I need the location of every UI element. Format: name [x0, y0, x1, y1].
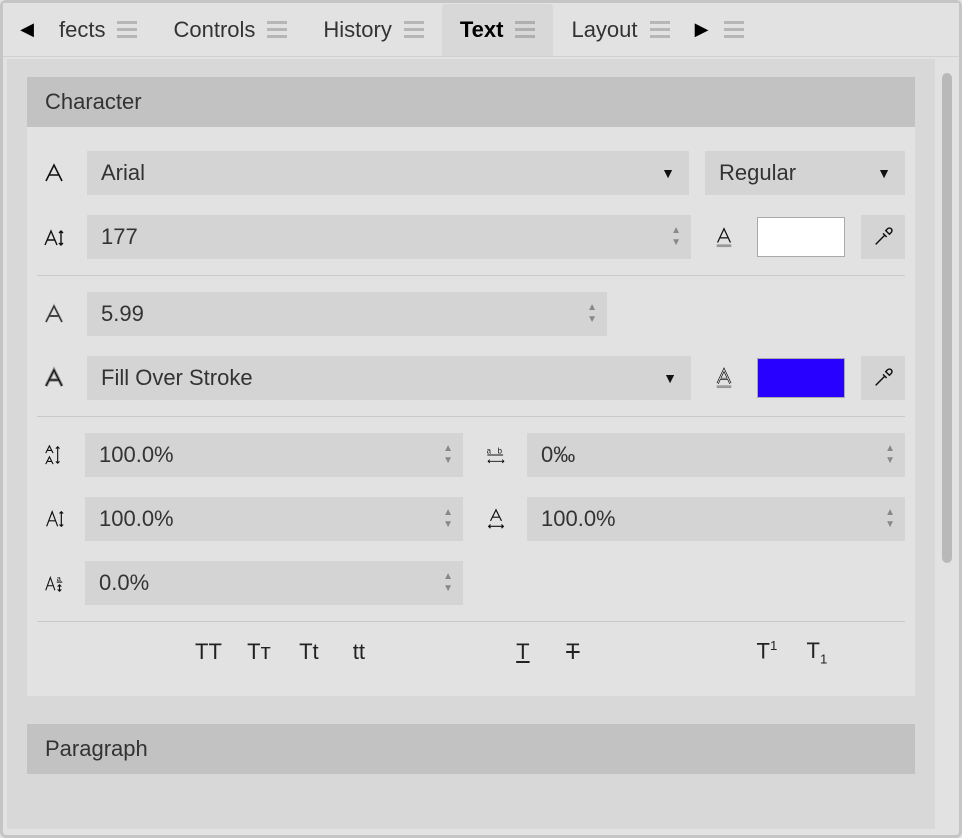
horizontal-scale-input[interactable]: 100.0% ▲ ▼ [527, 497, 905, 541]
divider [37, 416, 905, 417]
step-up-icon[interactable]: ▲ [443, 444, 453, 454]
tab-label: History [323, 17, 391, 43]
step-up-icon[interactable]: ▲ [885, 444, 895, 454]
tab-scroll-right-button[interactable]: ▶ [688, 10, 716, 50]
font-style-value: Regular [719, 160, 796, 186]
tab-label: Controls [173, 17, 255, 43]
tab-label: Text [460, 17, 504, 43]
strikethrough-toggle[interactable]: T [560, 639, 586, 665]
chevron-down-icon: ▼ [877, 165, 891, 181]
tab-menu-icon[interactable] [650, 21, 670, 38]
step-down-icon[interactable]: ▼ [885, 456, 895, 466]
step-down-icon[interactable]: ▼ [443, 520, 453, 530]
position-toggle-group: T1 T1 [754, 638, 830, 666]
fill-color-icon [707, 226, 741, 248]
typography-toggle-bar: TT Tᴛ Tt tt T T T1 T1 [37, 628, 905, 676]
tab-menu-icon[interactable] [117, 21, 137, 38]
chevron-down-icon: ▼ [663, 370, 677, 386]
font-family-icon [37, 161, 71, 185]
tab-effects[interactable]: fects [41, 4, 155, 56]
panel-area: Character Arial ▼ Regular ▼ [7, 59, 935, 829]
tab-label: Layout [571, 17, 637, 43]
tab-scroll-left-button[interactable]: ◀ [13, 10, 41, 50]
stroke-eyedropper-button[interactable] [861, 356, 905, 400]
step-up-icon[interactable]: ▲ [587, 303, 597, 313]
svg-text:a: a [487, 446, 492, 455]
stroke-width-icon [37, 302, 71, 326]
font-size-icon [37, 225, 71, 249]
line-toggle-group: T T [510, 639, 586, 665]
leading-value: 100.0% [99, 442, 174, 468]
underline-toggle[interactable]: T [510, 639, 536, 665]
vertical-scale-input[interactable]: 100.0% ▲ ▼ [85, 497, 463, 541]
font-size-value: 177 [101, 224, 138, 250]
section-title: Paragraph [45, 736, 148, 762]
character-body: Arial ▼ Regular ▼ 177 ▲ ▼ [27, 127, 915, 696]
section-title: Character [45, 89, 142, 115]
font-family-value: Arial [101, 160, 145, 186]
fill-color-swatch[interactable] [757, 217, 845, 257]
baseline-shift-value: 0.0% [99, 570, 149, 596]
tab-menu-icon[interactable] [515, 21, 535, 38]
titlecase-toggle[interactable]: Tt [296, 639, 322, 665]
tracking-value: 0‰ [541, 442, 575, 468]
baseline-shift-input[interactable]: 0.0% ▲ ▼ [85, 561, 463, 605]
tracking-input[interactable]: 0‰ ▲ ▼ [527, 433, 905, 477]
vertical-scale-value: 100.0% [99, 506, 174, 532]
paragraph-header[interactable]: Paragraph [27, 724, 915, 774]
stroke-width-input[interactable]: 5.99 ▲ ▼ [87, 292, 607, 336]
case-toggle-group: TT Tᴛ Tt tt [195, 639, 372, 665]
step-down-icon[interactable]: ▼ [671, 238, 681, 248]
vertical-scale-icon [37, 508, 71, 530]
stroke-order-icon [37, 366, 71, 390]
font-style-dropdown[interactable]: Regular ▼ [705, 151, 905, 195]
stroke-color-swatch[interactable] [757, 358, 845, 398]
horizontal-scale-value: 100.0% [541, 506, 616, 532]
horizontal-scale-icon [479, 508, 513, 530]
chevron-down-icon: ▼ [661, 165, 675, 181]
tab-controls[interactable]: Controls [155, 4, 305, 56]
leading-icon [37, 444, 71, 466]
uppercase-toggle[interactable]: TT [195, 639, 222, 665]
tab-text[interactable]: Text [442, 4, 554, 56]
tab-menu-icon[interactable] [267, 21, 287, 38]
stroke-order-dropdown[interactable]: Fill Over Stroke ▼ [87, 356, 691, 400]
step-up-icon[interactable]: ▲ [443, 572, 453, 582]
fill-eyedropper-button[interactable] [861, 215, 905, 259]
step-down-icon[interactable]: ▼ [587, 315, 597, 325]
step-down-icon[interactable]: ▼ [443, 584, 453, 594]
step-up-icon[interactable]: ▲ [885, 508, 895, 518]
divider [37, 275, 905, 276]
tracking-icon: ab [479, 444, 513, 466]
step-up-icon[interactable]: ▲ [443, 508, 453, 518]
lowercase-toggle[interactable]: tt [346, 639, 372, 665]
properties-panel-frame: ◀ fects Controls History Text Layout ▶ [0, 0, 962, 838]
tab-layout[interactable]: Layout [553, 4, 687, 56]
panel-menu-icon[interactable] [724, 21, 744, 38]
tab-history[interactable]: History [305, 4, 441, 56]
smallcaps-toggle[interactable]: Tᴛ [246, 639, 272, 665]
leading-input[interactable]: 100.0% ▲ ▼ [85, 433, 463, 477]
subscript-toggle[interactable]: T1 [804, 638, 830, 666]
vertical-scrollbar[interactable] [942, 73, 952, 563]
step-up-icon[interactable]: ▲ [671, 226, 681, 236]
step-down-icon[interactable]: ▼ [443, 456, 453, 466]
superscript-toggle[interactable]: T1 [754, 638, 780, 666]
stroke-width-value: 5.99 [101, 301, 144, 327]
tab-strip: ◀ fects Controls History Text Layout ▶ [3, 3, 959, 57]
font-size-input[interactable]: 177 ▲ ▼ [87, 215, 691, 259]
stroke-color-icon [707, 367, 741, 389]
tab-menu-icon[interactable] [404, 21, 424, 38]
tab-label: fects [59, 17, 105, 43]
svg-text:b: b [498, 446, 503, 455]
divider [37, 621, 905, 622]
step-down-icon[interactable]: ▼ [885, 520, 895, 530]
paragraph-section: Paragraph [27, 724, 915, 774]
baseline-shift-icon: a [37, 572, 71, 594]
character-header[interactable]: Character [27, 77, 915, 127]
character-section: Character Arial ▼ Regular ▼ [27, 77, 915, 696]
font-family-dropdown[interactable]: Arial ▼ [87, 151, 689, 195]
stroke-order-value: Fill Over Stroke [101, 365, 253, 391]
